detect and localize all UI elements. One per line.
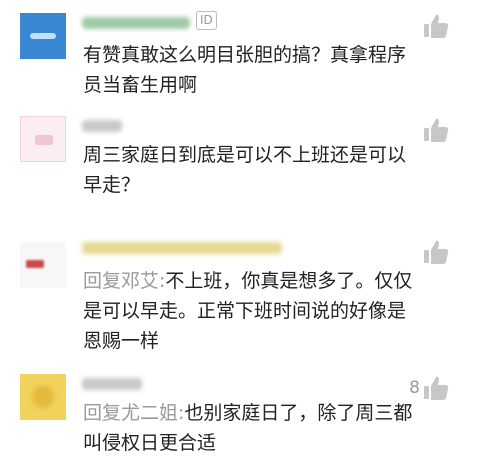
likes-count: 8 [409, 378, 420, 398]
avatar[interactable] [20, 242, 66, 288]
comment-text: 有赞真敢这么明目张胆的搞？真拿程序员当畜生用啊 [83, 44, 407, 96]
username-blurred[interactable] [82, 120, 122, 132]
reply-label[interactable]: 回复尤二姐: [83, 402, 184, 424]
username-blurred[interactable] [82, 378, 142, 390]
thumbs-up-icon[interactable] [422, 12, 450, 40]
comment-item: 周三家庭日到底是可以不上班还是可以早走？ [0, 110, 500, 222]
comment-item: 8 回复尤二姐:也别家庭日了，除了周三都叫侵权日更合适 [0, 368, 500, 466]
comment-feed: ID 有赞真敢这么明目张胆的搞？真拿程序员当畜生用啊 周三家庭日到底是可以不上班… [0, 0, 500, 466]
thumbs-up-icon[interactable] [422, 374, 450, 402]
username-blurred[interactable] [82, 17, 190, 29]
reply-text: 回复尤二姐:也别家庭日了，除了周三都叫侵权日更合适 [83, 398, 413, 458]
thumbs-up-icon[interactable] [422, 116, 450, 144]
avatar[interactable] [20, 116, 66, 162]
comment-text: 周三家庭日到底是可以不上班还是可以早走？ [83, 144, 407, 196]
comment-item: 回复邓艾:不上班，你真是想多了。仅仅是可以早走。正常下班时间说的好像是恩赐一样 [0, 232, 500, 360]
reply-text: 回复邓艾:不上班，你真是想多了。仅仅是可以早走。正常下班时间说的好像是恩赐一样 [83, 266, 413, 356]
thumbs-up-icon[interactable] [422, 238, 450, 266]
avatar[interactable] [20, 13, 66, 59]
reply-label[interactable]: 回复邓艾: [83, 270, 165, 292]
username-blurred[interactable] [82, 242, 282, 254]
comment-item: ID 有赞真敢这么明目张胆的搞？真拿程序员当畜生用啊 [0, 0, 500, 110]
avatar[interactable] [20, 374, 66, 420]
id-badge: ID [196, 11, 217, 30]
